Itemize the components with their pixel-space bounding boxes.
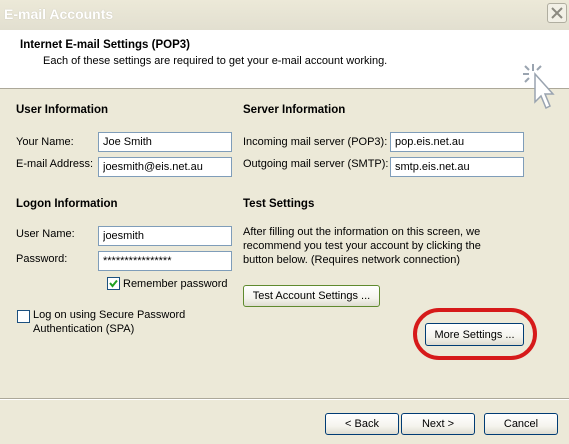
window-title: E-mail Accounts — [4, 6, 114, 22]
spa-label-line2: Authentication (SPA) — [33, 323, 135, 335]
spa-label-line1: Log on using Secure Password — [33, 309, 186, 321]
title-bar: E-mail Accounts — [0, 0, 569, 31]
test-desc-line2: recommend you test your account by click… — [243, 240, 481, 252]
close-icon — [551, 7, 563, 19]
remember-password-label: Remember password — [123, 278, 228, 290]
close-button[interactable] — [547, 3, 567, 23]
footer-divider — [0, 398, 569, 400]
spa-checkbox[interactable] — [17, 310, 30, 323]
test-settings-heading: Test Settings — [243, 198, 315, 210]
email-address-field[interactable] — [98, 157, 232, 177]
password-field[interactable] — [98, 251, 232, 271]
server-info-heading: Server Information — [243, 104, 346, 116]
email-address-label: E-mail Address: — [16, 158, 94, 170]
wizard-cursor-icon — [523, 64, 555, 110]
outgoing-server-label: Outgoing mail server (SMTP): — [243, 158, 389, 170]
highlight-annotation — [413, 308, 537, 360]
user-name-field[interactable] — [98, 226, 232, 246]
your-name-field[interactable] — [98, 132, 232, 152]
back-button[interactable]: < Back — [325, 413, 399, 435]
test-desc-line3: button below. (Requires network connecti… — [243, 254, 461, 266]
wizard-header: Internet E-mail Settings (POP3) Each of … — [0, 30, 569, 110]
checkmark-icon — [109, 279, 118, 288]
logon-info-heading: Logon Information — [16, 198, 118, 210]
incoming-server-label: Incoming mail server (POP3): — [243, 136, 388, 148]
incoming-server-field[interactable] — [390, 132, 524, 152]
test-desc-line1: After filling out the information on thi… — [243, 226, 481, 238]
header-subtitle: Each of these settings are required to g… — [43, 55, 388, 67]
remember-password-checkbox[interactable] — [107, 277, 120, 290]
email-accounts-dialog: E-mail Accounts Internet E-mail Settings… — [0, 0, 569, 444]
user-name-label: User Name: — [16, 228, 75, 240]
header-title: Internet E-mail Settings (POP3) — [20, 39, 190, 51]
cancel-button[interactable]: Cancel — [484, 413, 558, 435]
your-name-label: Your Name: — [16, 136, 74, 148]
user-info-heading: User Information — [16, 104, 109, 116]
outgoing-server-field[interactable] — [390, 157, 524, 177]
password-label: Password: — [16, 253, 68, 265]
next-button[interactable]: Next > — [401, 413, 475, 435]
test-account-settings-button[interactable]: Test Account Settings ... — [243, 285, 380, 307]
